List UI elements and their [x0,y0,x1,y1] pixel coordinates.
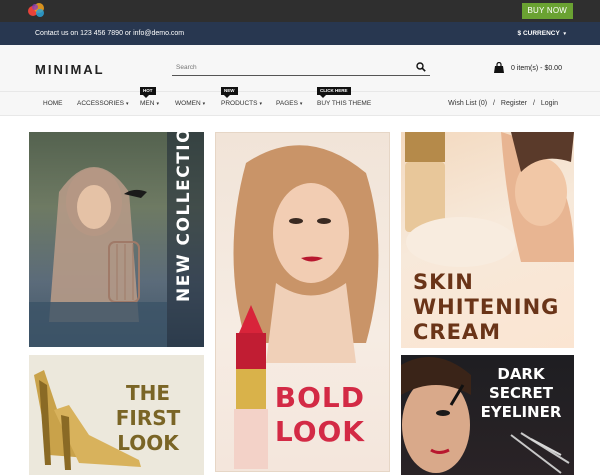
nav-label: WOMEN [175,100,201,107]
chevron-down-icon: ▾ [259,101,262,107]
separator: / [532,100,535,107]
nav-item-accessories[interactable]: ACCESSORIES ▾ [77,92,128,116]
nav-item-buy-theme[interactable]: CLICK HERE BUY THIS THEME [317,87,372,116]
banner-title: DARK SECRET EYELINER [471,365,571,422]
click-here-badge: CLICK HERE [317,87,351,98]
banner-new-collection[interactable]: NEW COLLECTION [29,132,204,347]
nav-label: BUY THIS THEME [317,100,372,107]
banner-title-line: CREAM [413,320,502,344]
nav-item-products[interactable]: NEW PRODUCTS ▾ [221,87,262,116]
search-input[interactable] [176,60,406,74]
nav-label: ACCESSORIES [77,100,124,107]
banner-eyeliner[interactable]: DARK SECRET EYELINER [401,355,574,475]
banner-bold-look[interactable]: BOLD LOOK [215,132,390,472]
chevron-down-icon: ▾ [202,101,206,107]
nav-item-home[interactable]: HOME [43,92,63,116]
contact-text: Contact us on 123 456 7890 or info@demo.… [35,30,185,37]
login-link[interactable]: Login [541,100,558,107]
cart-icon [494,62,504,73]
site-header: MINIMAL 0 item(s) - $0.00 [0,45,600,91]
chevron-down-icon: ▾ [156,101,159,107]
banner-title-line: LOOK [274,415,365,448]
wishlist-link[interactable]: Wish List (0) [448,100,487,107]
cart-summary: 0 item(s) - $0.00 [511,64,562,72]
search-bar [172,60,430,76]
banner-title: BOLD LOOK [216,381,389,449]
banner-title: SKIN WHITENING CREAM [413,270,559,345]
currency-dropdown[interactable]: $ CURRENCY ▾ [518,22,566,46]
nav-label: MEN [140,100,155,107]
banner-title-line: WHITENING [413,295,560,319]
nav-item-men[interactable]: HOT MEN ▾ [140,87,159,116]
info-bar: Contact us on 123 456 7890 or info@demo.… [0,22,600,45]
nav-label: HOME [43,100,63,107]
banner-title: NEW COLLECTION [174,132,194,302]
cart-button[interactable]: 0 item(s) - $0.00 [493,62,562,74]
brand-logo[interactable]: MINIMAL [35,62,105,77]
logo-icon[interactable] [28,2,46,18]
nav-item-women[interactable]: WOMEN ▾ [175,92,205,116]
chevron-down-icon: ▾ [125,101,129,107]
chevron-down-icon: ▾ [299,101,303,107]
banner-first-look[interactable]: THE FIRST LOOK [29,355,204,475]
buy-now-button[interactable]: BUY NOW [521,3,573,19]
banner-grid: NEW COLLECTION BOLD LOOK SKIN WHITENING … [0,116,600,475]
banner-title-line: SKIN [413,270,474,294]
separator: / [493,100,495,107]
register-link[interactable]: Register [501,100,527,107]
banner-title-line: LOOK [117,431,179,455]
nav-label: PAGES [276,100,298,107]
banner-title-line: DARK SECRET [488,365,554,402]
nav-item-pages[interactable]: PAGES ▾ [276,92,302,116]
banner-title-line: THE FIRST [115,381,181,430]
new-badge: NEW [221,87,238,98]
banner-title-line: BOLD [274,381,365,414]
hot-badge: HOT [140,87,156,98]
search-icon[interactable] [416,62,426,72]
chevron-down-icon: ▾ [563,31,566,37]
banner-title-line: EYELINER [480,403,562,421]
main-nav: HOME ACCESSORIES ▾ HOT MEN ▾ WOMEN ▾ NEW PR… [0,87,600,116]
nav-label: PRODUCTS [221,100,258,107]
account-links: Wish List (0) / Register / Login [446,92,560,116]
currency-label: $ CURRENCY [517,30,560,37]
banner-skin-whitening[interactable]: SKIN WHITENING CREAM [401,132,574,348]
banner-title: THE FIRST LOOK [94,381,202,456]
top-bar: BUY NOW [0,0,600,22]
